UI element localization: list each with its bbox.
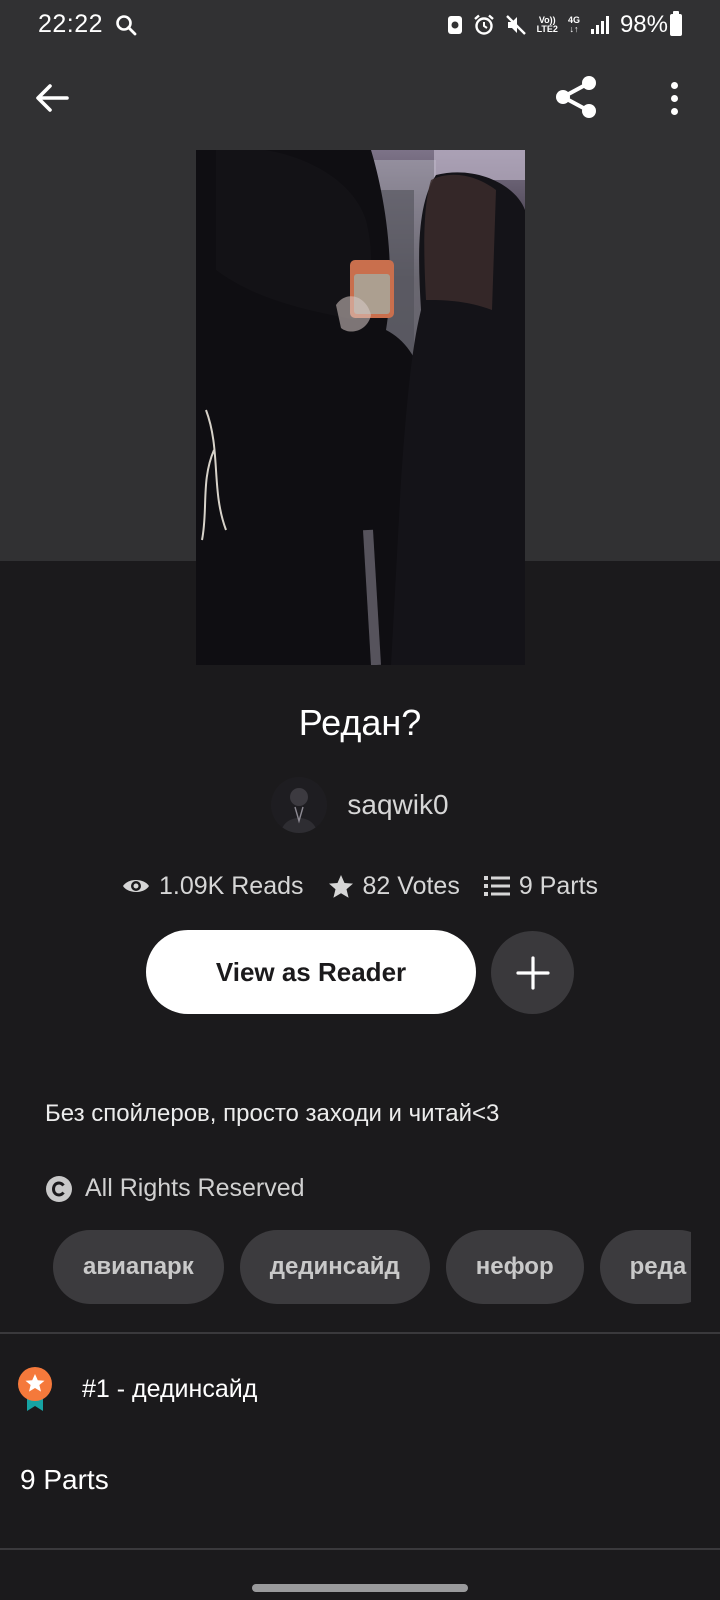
battery-icon — [670, 11, 682, 36]
share-button[interactable] — [552, 72, 602, 122]
copyright-icon — [46, 1175, 72, 1202]
rank-badge-icon — [18, 1367, 52, 1411]
section-divider — [0, 1548, 720, 1550]
votes-count: 82 Votes — [362, 871, 460, 900]
story-description: Без спойлеров, просто заходи и читай<3 — [45, 1100, 500, 1127]
tag-chip[interactable]: авиапарк — [53, 1230, 224, 1304]
section-divider — [0, 1332, 720, 1334]
view-as-reader-button[interactable]: View as Reader — [146, 930, 476, 1014]
back-button[interactable] — [30, 76, 74, 120]
parts-section-heading: 9 Parts — [20, 1464, 109, 1495]
plus-icon — [515, 955, 550, 990]
add-to-library-button[interactable] — [491, 931, 574, 1014]
eye-icon — [122, 880, 149, 892]
author-name: saqwik0 — [347, 789, 449, 820]
story-stats: 1.09K Reads 82 Votes 9 Parts — [0, 866, 720, 906]
copyright-label: All Rights Reserved — [85, 1174, 305, 1202]
alarm-icon — [473, 14, 494, 35]
votes-stat: 82 Votes — [328, 872, 460, 901]
more-vertical-icon-dot — [670, 81, 678, 89]
more-vertical-icon-dot — [670, 94, 678, 102]
ranking-item[interactable]: #1 - дединсайд — [16, 1364, 706, 1414]
share-icon — [556, 76, 596, 118]
star-icon — [328, 874, 353, 898]
tag-chip[interactable]: нефор — [445, 1230, 584, 1304]
tags-row: авиапарк дединсайд нефор реда — [53, 1230, 691, 1304]
cover-artwork — [196, 150, 525, 665]
status-icons: Vo)) LTE2 4G ↓↑ 98% — [447, 11, 668, 38]
author-link[interactable]: saqwik0 — [0, 776, 720, 834]
reads-count: 1.09K Reads — [158, 871, 304, 900]
network-type-indicator: 4G ↓↑ — [568, 16, 580, 34]
story-title: Редан? — [298, 702, 422, 743]
status-time: 22:22 — [38, 10, 104, 38]
more-vertical-icon-dot — [670, 107, 678, 115]
list-icon — [483, 876, 510, 896]
rank-label: #1 - дединсайд — [82, 1374, 258, 1403]
parts-count: 9 Parts — [518, 871, 599, 900]
tag-chip[interactable]: реда — [599, 1230, 691, 1304]
notification-icon — [447, 16, 462, 34]
data-arrows-icon: ↓↑ — [569, 24, 579, 34]
tags-list[interactable]: авиапарк дединсайд нефор реда — [53, 1230, 691, 1306]
mute-icon — [505, 15, 526, 35]
copyright-info: All Rights Reserved — [45, 1174, 305, 1203]
reads-stat: 1.09K Reads — [122, 872, 304, 901]
search-icon — [116, 15, 137, 36]
avatar-image — [271, 777, 328, 833]
parts-stat: 9 Parts — [483, 871, 599, 901]
more-options-button[interactable] — [654, 76, 694, 120]
volte-indicator: Vo)) LTE2 — [537, 16, 558, 34]
status-bar: 22:22 Vo)) LTE2 4G ↓↑ 98% — [0, 0, 720, 48]
story-cover-image[interactable] — [196, 150, 525, 665]
home-indicator[interactable] — [252, 1584, 468, 1592]
author-avatar — [271, 777, 328, 833]
tag-chip[interactable]: дединсайд — [239, 1230, 430, 1304]
signal-icon — [590, 16, 609, 34]
lte-label: LTE2 — [536, 24, 558, 34]
arrow-left-icon — [36, 84, 69, 112]
battery-percentage: 98% — [619, 11, 668, 38]
